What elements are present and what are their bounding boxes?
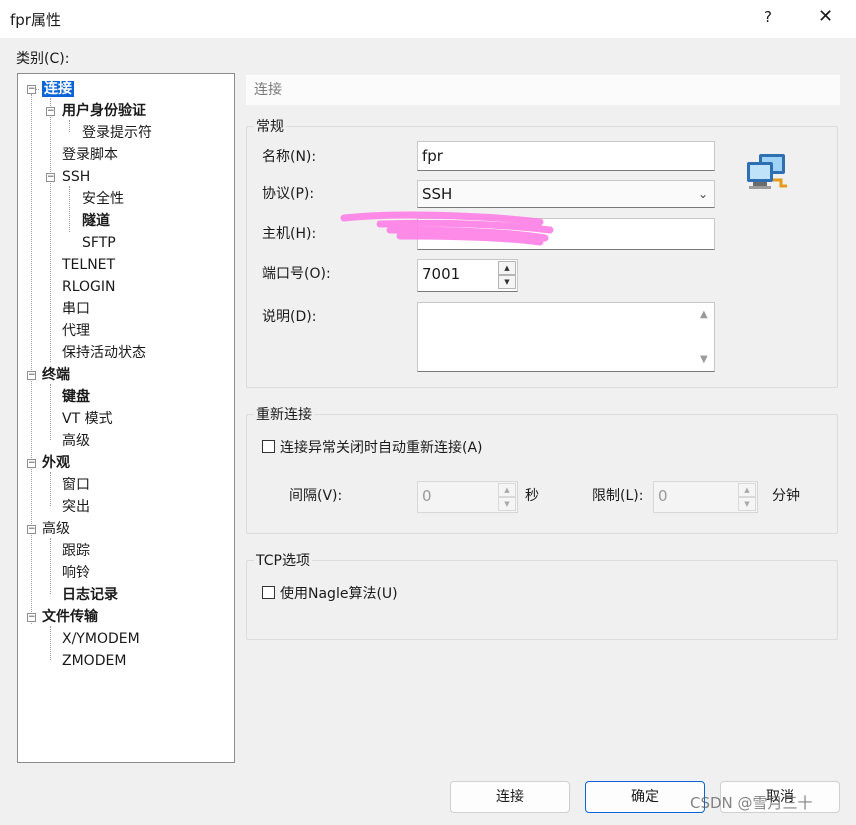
scroll-up-icon[interactable]: ▲	[700, 309, 708, 320]
tree-item-appearance[interactable]: 外观	[42, 453, 70, 473]
collapse-icon[interactable]: −	[46, 173, 55, 182]
description-label: 说明(D):	[262, 309, 317, 325]
description-textarea[interactable]: ▲ ▼	[417, 302, 715, 372]
tree-line	[50, 472, 51, 506]
spin-up-icon[interactable]: ▲	[738, 483, 756, 497]
spin-down-icon[interactable]: ▼	[498, 497, 516, 511]
tree-item-sftp[interactable]: SFTP	[82, 233, 116, 253]
category-tree[interactable]: − 连接 − 用户身份验证 登录提示符 登录脚本 − SSH 安全性 隧道 SF…	[17, 73, 235, 763]
spin-up-icon[interactable]: ▲	[498, 483, 516, 497]
nagle-label[interactable]: 使用Nagle算法(U)	[280, 583, 398, 603]
name-input[interactable]: fpr	[417, 141, 715, 171]
tree-item-keepalive[interactable]: 保持活动状态	[62, 343, 146, 363]
collapse-icon[interactable]: −	[27, 371, 36, 380]
chevron-down-icon: ⌄	[697, 187, 708, 201]
limit-unit: 分钟	[772, 488, 800, 504]
ok-button[interactable]: 确定	[585, 781, 705, 813]
tree-item-logging[interactable]: 日志记录	[62, 585, 118, 605]
tree-line	[69, 186, 70, 232]
auto-reconnect-checkbox[interactable]	[262, 440, 275, 453]
tree-item-security[interactable]: 安全性	[82, 189, 124, 209]
tree-item-vt-mode[interactable]: VT 模式	[62, 409, 113, 429]
watermark: CSDN @雪月三十	[690, 794, 813, 812]
reconnect-group	[246, 414, 838, 534]
page-header: 连接	[246, 75, 840, 105]
port-stepper[interactable]: 7001 ▲ ▼	[417, 259, 518, 292]
spin-down-icon[interactable]: ▼	[498, 275, 516, 289]
tree-item-login-prompt[interactable]: 登录提示符	[82, 123, 152, 143]
limit-stepper[interactable]: 0 ▲ ▼	[653, 481, 758, 513]
reconnect-group-title: 重新连接	[254, 404, 314, 424]
spin-down-icon[interactable]: ▼	[738, 497, 756, 511]
tree-item-auth[interactable]: 用户身份验证	[62, 101, 146, 121]
tree-item-keyboard[interactable]: 键盘	[62, 387, 90, 407]
redaction-scribble	[340, 211, 554, 246]
collapse-icon[interactable]: −	[46, 107, 55, 116]
port-value: 7001	[422, 265, 461, 283]
tree-line	[50, 538, 51, 594]
interval-label: 间隔(V):	[289, 488, 343, 504]
tree-item-window[interactable]: 窗口	[62, 475, 90, 495]
interval-stepper[interactable]: 0 ▲ ▼	[417, 481, 518, 513]
tree-item-rlogin[interactable]: RLOGIN	[62, 277, 116, 297]
window-title: fpr属性	[10, 11, 61, 29]
computer-network-icon	[747, 154, 787, 189]
scroll-down-icon[interactable]: ▼	[700, 354, 708, 365]
help-button[interactable]: ?	[764, 8, 772, 26]
auto-reconnect-label[interactable]: 连接异常关闭时自动重新连接(A)	[280, 437, 483, 457]
close-button[interactable]: ✕	[818, 6, 833, 27]
tree-item-tunnel[interactable]: 隧道	[82, 211, 110, 231]
tree-item-telnet[interactable]: TELNET	[62, 255, 115, 275]
name-label: 名称(N):	[262, 149, 317, 165]
tree-item-proxy[interactable]: 代理	[62, 321, 90, 341]
collapse-icon[interactable]: −	[27, 85, 36, 94]
connect-button[interactable]: 连接	[450, 781, 570, 813]
interval-value: 0	[422, 487, 432, 505]
category-label: 类别(C):	[16, 51, 70, 67]
scrollbar[interactable]: ▲ ▼	[696, 303, 714, 371]
tree-item-trace[interactable]: 跟踪	[62, 541, 90, 561]
tree-line	[50, 384, 51, 440]
tree-item-terminal-advanced[interactable]: 高级	[62, 431, 90, 451]
collapse-icon[interactable]: −	[27, 459, 36, 468]
title-bar: fpr属性 ? ✕	[0, 0, 856, 38]
protocol-value: SSH	[422, 185, 453, 203]
tree-item-login-script[interactable]: 登录脚本	[62, 145, 118, 165]
tree-item-connection[interactable]: 连接	[42, 79, 74, 99]
tree-line	[50, 98, 51, 362]
tree-item-terminal[interactable]: 终端	[42, 365, 70, 385]
tree-item-file-transfer[interactable]: 文件传输	[42, 607, 98, 627]
tree-item-highlight[interactable]: 突出	[62, 497, 90, 517]
tree-item-advanced[interactable]: 高级	[42, 519, 70, 539]
tree-line	[50, 626, 51, 660]
tree-item-serial[interactable]: 串口	[62, 299, 90, 319]
tcp-group-title: TCP选项	[254, 550, 312, 570]
protocol-label: 协议(P):	[262, 186, 315, 202]
spin-up-icon[interactable]: ▲	[498, 261, 516, 275]
collapse-icon[interactable]: −	[27, 613, 36, 622]
tree-line	[31, 94, 32, 624]
protocol-select[interactable]: SSH ⌄	[417, 180, 715, 208]
tree-item-xymodem[interactable]: X/YMODEM	[62, 629, 140, 649]
collapse-icon[interactable]: −	[27, 525, 36, 534]
limit-value: 0	[658, 487, 668, 505]
tree-item-ssh[interactable]: SSH	[62, 167, 90, 187]
port-label: 端口号(O):	[262, 266, 331, 282]
interval-unit: 秒	[525, 488, 539, 504]
tree-item-zmodem[interactable]: ZMODEM	[62, 651, 126, 671]
tree-item-bell[interactable]: 响铃	[62, 563, 90, 583]
limit-label: 限制(L):	[592, 488, 644, 504]
nagle-checkbox[interactable]	[262, 586, 275, 599]
host-label: 主机(H):	[262, 226, 317, 242]
tree-line	[69, 120, 70, 132]
general-group-title: 常规	[254, 116, 286, 136]
